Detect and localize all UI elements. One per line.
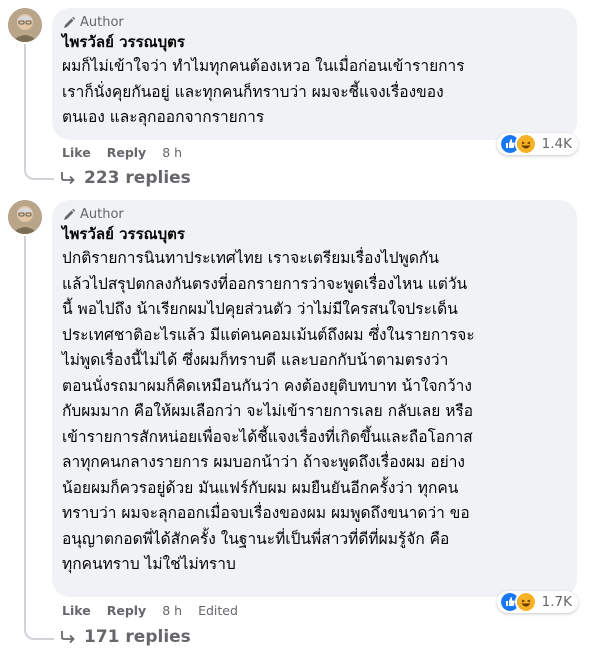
- view-replies-link[interactable]: 171 replies: [60, 625, 191, 649]
- haha-icon: [514, 591, 537, 613]
- avatar[interactable]: [8, 8, 42, 42]
- haha-icon: [514, 133, 537, 155]
- replies-count: 171 replies: [84, 627, 191, 647]
- reactions-summary[interactable]: 1.7K: [496, 591, 578, 613]
- comment-text: ผมก็ไม่เข้าใจว่า ทำไมทุกคนต้องเหวอ ในเมื…: [62, 57, 465, 126]
- reply-arrow-icon: [61, 172, 75, 185]
- view-replies-link[interactable]: 223 replies: [60, 166, 191, 190]
- comment-bubble: Author ไพรวัลย์ วรรณบุตร ปกติรายการนินทา…: [52, 200, 577, 597]
- reply-arrow-icon: [61, 631, 75, 644]
- pencil-icon: [64, 16, 76, 28]
- like-button[interactable]: Like: [62, 145, 91, 160]
- timestamp[interactable]: 8 h: [162, 603, 182, 618]
- author-badge: Author: [62, 206, 565, 223]
- reply-button[interactable]: Reply: [107, 145, 146, 160]
- comment-text: ปกติรายการนินทาประเทศไทย เราจะเตรียมเรื่…: [62, 249, 475, 573]
- commenter-name[interactable]: ไพรวัลย์ วรรณบุตร: [62, 32, 565, 52]
- pencil-icon: [64, 208, 76, 220]
- reply-thread-line: [24, 236, 54, 640]
- timestamp[interactable]: 8 h: [162, 145, 182, 160]
- edited-label: Edited: [198, 602, 238, 618]
- author-badge-label: Author: [80, 15, 124, 30]
- reactions-count: 1.7K: [541, 594, 572, 610]
- reactions-count: 1.4K: [541, 136, 572, 152]
- replies-count: 223 replies: [84, 168, 191, 188]
- reply-thread-line: [24, 44, 54, 180]
- commenter-name[interactable]: ไพรวัลย์ วรรณบุตร: [62, 224, 565, 244]
- reply-button[interactable]: Reply: [107, 603, 146, 618]
- author-badge: Author: [62, 14, 565, 31]
- comment-bubble: Author ไพรวัลย์ วรรณบุตร ผมก็ไม่เข้าใจว่…: [52, 8, 577, 140]
- comment-actions: Like Reply 8 h Edited: [62, 601, 254, 619]
- comment-actions: Like Reply 8 h: [62, 143, 198, 161]
- reactions-summary[interactable]: 1.4K: [496, 133, 578, 155]
- like-button[interactable]: Like: [62, 603, 91, 618]
- avatar[interactable]: [8, 200, 42, 234]
- author-badge-label: Author: [80, 207, 124, 222]
